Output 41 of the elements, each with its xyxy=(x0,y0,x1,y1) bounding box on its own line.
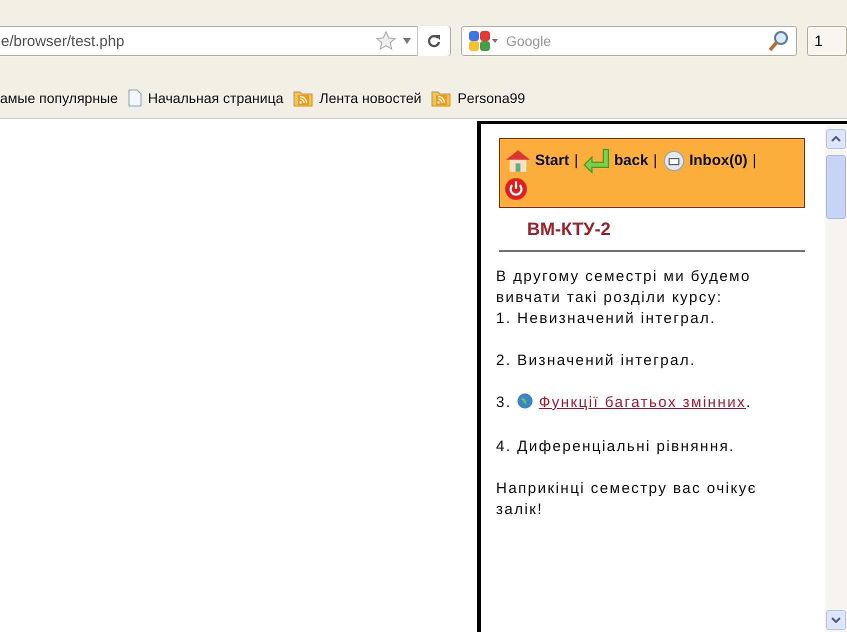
reload-icon[interactable] xyxy=(426,33,442,49)
scroll-down-button[interactable] xyxy=(826,610,846,630)
punctuation: . xyxy=(746,394,752,411)
body-text: 1. Невизначений інтеграл. xyxy=(496,309,717,329)
search-icon[interactable] xyxy=(768,30,790,52)
scroll-thumb[interactable] xyxy=(826,155,846,219)
bookmark-link[interactable]: амые популярные xyxy=(0,90,118,106)
page-title: ВМ-КТУ-2 xyxy=(527,218,612,241)
caret-icon[interactable] xyxy=(402,38,411,44)
bookmark-link[interactable]: Начальная страница xyxy=(148,90,284,106)
body-text: 2. Визначений інтеграл. xyxy=(496,351,697,371)
address-bar[interactable]: e/browser/test.php xyxy=(0,26,451,56)
nav-link[interactable]: Start xyxy=(535,145,570,177)
search-bar[interactable]: Google xyxy=(460,26,798,56)
scroll-up-button[interactable] xyxy=(826,129,846,149)
topic-link[interactable]: Функції багатьох змінних xyxy=(538,394,746,411)
feed-icon[interactable] xyxy=(293,89,314,107)
separator: | xyxy=(574,151,578,171)
search-engine-icon[interactable] xyxy=(468,30,498,52)
separator: | xyxy=(653,151,658,171)
reload-button[interactable] xyxy=(416,26,450,56)
envelope-icon[interactable] xyxy=(662,149,686,173)
body-text: Наприкінці семестру вас очікує залік! xyxy=(496,479,758,520)
address-text: e/browser/test.php xyxy=(0,32,126,50)
nav-link[interactable]: back xyxy=(614,145,648,177)
scrollbar[interactable] xyxy=(825,124,847,632)
feed-icon[interactable] xyxy=(431,89,452,107)
body-text: 4. Диференціальні рівняння. xyxy=(496,437,736,457)
bookmark-link[interactable]: Лента новостей xyxy=(319,90,422,106)
house-icon[interactable] xyxy=(504,149,532,173)
toolbar-button[interactable]: 1 xyxy=(807,26,847,56)
star-icon[interactable] xyxy=(374,30,397,52)
chevron-up-icon[interactable] xyxy=(831,136,841,142)
chevron-down-icon[interactable] xyxy=(831,617,841,623)
power-icon[interactable] xyxy=(504,177,528,201)
body-text: В другому семестрі ми будемо вивчати такі розділи курсу: xyxy=(496,267,752,308)
list-number: 3. xyxy=(496,394,513,411)
page-icon[interactable] xyxy=(128,89,142,107)
bookmark-link[interactable]: Persona99 xyxy=(457,90,526,106)
nav-link[interactable]: Inbox(0) xyxy=(689,145,748,177)
separator: | xyxy=(752,151,756,171)
